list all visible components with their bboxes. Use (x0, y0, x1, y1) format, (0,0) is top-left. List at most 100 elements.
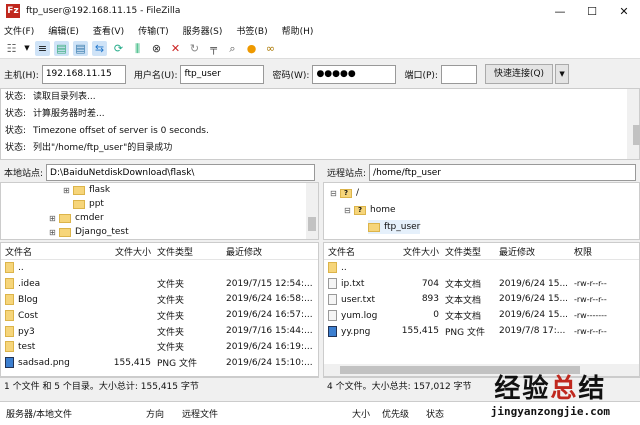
folder-icon (73, 185, 85, 195)
col-filetype[interactable]: 文件类型 (151, 245, 226, 258)
folder-icon (328, 262, 337, 274)
queue-col-priority[interactable]: 优先级 (382, 407, 426, 420)
col-filetype[interactable]: 文件类型 (439, 245, 499, 258)
compare-icon[interactable]: ⌕ (225, 41, 240, 56)
file-modified: 2019/6/24 15... (499, 278, 569, 289)
col-modified[interactable]: 最近修改 (226, 245, 316, 258)
maximize-button[interactable]: ☐ (576, 5, 608, 18)
remote-file-list: 文件名 文件大小 文件类型 最近修改 权限 .. ip.txt 704 文本文档 201… (323, 242, 640, 377)
file-row[interactable]: .. (1, 260, 318, 276)
menu-edit[interactable]: 编辑(E) (48, 24, 79, 37)
file-row[interactable]: .. (324, 260, 639, 276)
queue-col-size[interactable]: 大小 (352, 407, 382, 420)
tree-node-selected[interactable]: ftp_user (368, 220, 421, 234)
sync-browse-icon[interactable]: ● (244, 41, 259, 56)
file-name: .idea (18, 279, 41, 290)
tree-node[interactable]: ⊞ flask (63, 183, 110, 197)
queue-col-local[interactable]: 服务器/本地文件 (0, 407, 146, 420)
menu-help[interactable]: 帮助(H) (282, 24, 314, 37)
cancel-icon[interactable]: ⊗ (149, 41, 164, 56)
toggle-log-icon[interactable]: ≡ (35, 41, 50, 56)
toggle-queue-icon[interactable]: ⇆ (92, 41, 107, 56)
remote-list-header: 文件名 文件大小 文件类型 最近修改 权限 (324, 243, 639, 260)
remote-tree: ⊟? / ⊟? home ftp_user (323, 182, 640, 240)
local-pane: 本地站点: ⊞flask ppt ⊞cmder ⊞Django_test 文件名… (0, 163, 319, 395)
local-status: 1 个文件 和 5 个目录。大小总计: 155,415 字节 (0, 377, 319, 395)
password-label: 密码(W): (272, 70, 310, 81)
user-input[interactable] (180, 64, 265, 84)
site-manager-icon[interactable]: ☷ (4, 41, 19, 56)
toggle-remote-tree-icon[interactable]: ▤ (73, 41, 88, 56)
file-name: test (18, 342, 36, 353)
remote-path-input[interactable] (369, 164, 636, 181)
local-list-header: 文件名 文件大小 文件类型 最近修改 (1, 243, 318, 260)
file-row[interactable]: Blog 文件夹 2019/6/24 16:58:... (1, 292, 318, 308)
queue-col-direction[interactable]: 方向 (146, 407, 182, 420)
col-filename[interactable]: 文件名 (1, 245, 101, 258)
menu-transfer[interactable]: 传输(T) (138, 24, 169, 37)
search-icon[interactable]: ∞ (263, 41, 278, 56)
menu-bookmarks[interactable]: 书签(B) (236, 24, 267, 37)
file-row[interactable]: yum.log 0 文本文档 2019/6/24 15... -rw------- (324, 307, 639, 323)
tree-node[interactable]: ⊟? / (330, 186, 359, 200)
file-row[interactable]: py3 文件夹 2019/7/16 15:44:... (1, 323, 318, 339)
col-filesize[interactable]: 文件大小 (394, 245, 439, 258)
local-file-list: 文件名 文件大小 文件类型 最近修改 .. .idea 文件夹 2019/7/15 1… (0, 242, 319, 377)
folder-icon (5, 293, 14, 305)
file-name: yy.png (341, 326, 371, 337)
queue-col-remote[interactable]: 远程文件 (182, 407, 352, 420)
tree-node[interactable]: ⊟? home (344, 203, 396, 217)
file-type: 文件夹 (157, 295, 185, 306)
filter-icon[interactable]: ⫼ (130, 41, 145, 56)
col-modified[interactable]: 最近修改 (499, 245, 574, 258)
tree-node[interactable]: ⊞ Django_test (49, 225, 129, 239)
file-row[interactable]: sadsad.png 155,415 PNG 文件 2019/6/24 15:10:.… (1, 355, 318, 371)
log-scrollbar[interactable] (627, 89, 640, 159)
file-type: PNG 文件 (445, 327, 485, 338)
file-row[interactable]: Cost 文件夹 2019/6/24 16:57:... (1, 307, 318, 323)
col-filesize[interactable]: 文件大小 (101, 245, 151, 258)
disconnect-icon[interactable]: ✕ (168, 41, 183, 56)
tree-node[interactable]: ⊞ cmder (49, 211, 104, 225)
menu-server[interactable]: 服务器(S) (183, 24, 223, 37)
text-file-icon (328, 309, 337, 321)
quickconnect-dropdown-icon[interactable]: ▼ (555, 64, 570, 84)
site-manager-dropdown-icon[interactable]: ▼ (23, 41, 31, 56)
file-type: 文件夹 (157, 280, 185, 291)
file-permissions: -rw-r--r-- (574, 279, 607, 289)
directory-filter-icon[interactable]: ╤ (206, 41, 221, 56)
tree-node[interactable]: ppt (73, 197, 104, 211)
message-log: 状态: 读取目录列表... 状态: 计算服务器时差... 状态: Timezone o… (0, 88, 640, 160)
file-name: Cost (18, 310, 39, 321)
file-row[interactable]: yy.png 155,415 PNG 文件 2019/7/8 17:... -rw-r-… (324, 323, 639, 339)
file-row[interactable]: user.txt 893 文本文档 2019/6/24 15... -rw-r--r-- (324, 292, 639, 308)
toggle-local-tree-icon[interactable]: ▤ (54, 41, 69, 56)
menu-file[interactable]: 文件(F) (4, 24, 34, 37)
minimize-button[interactable]: — (544, 5, 576, 18)
password-input[interactable] (312, 64, 397, 84)
log-line: 状态: Timezone offset of server is 0 second… (5, 126, 209, 136)
menu-view[interactable]: 查看(V) (93, 24, 124, 37)
host-input[interactable] (41, 64, 126, 84)
close-button[interactable]: ✕ (608, 5, 640, 18)
col-filename[interactable]: 文件名 (324, 245, 394, 258)
file-type: 文件夹 (157, 311, 185, 322)
local-tree-scrollbar[interactable] (306, 183, 318, 239)
file-row[interactable]: ip.txt 704 文本文档 2019/6/24 15... -rw-r--r-- (324, 276, 639, 292)
local-path-input[interactable] (46, 164, 315, 181)
file-row[interactable]: .idea 文件夹 2019/7/15 12:54:... (1, 276, 318, 292)
file-modified: 2019/7/8 17:... (499, 326, 566, 337)
refresh-icon[interactable]: ⟳ (111, 41, 126, 56)
image-file-icon (5, 357, 14, 369)
image-file-icon (328, 325, 337, 337)
remote-pane: 远程站点: ⊟?/ ⊟?home ftp_user 文件名 文件大小 文件类型 … (323, 163, 640, 395)
file-name: .. (18, 263, 24, 274)
reconnect-icon[interactable]: ↻ (187, 41, 202, 56)
file-row[interactable]: test 文件夹 2019/6/24 16:19:... (1, 339, 318, 355)
queue-col-status[interactable]: 状态 (426, 407, 444, 420)
col-permissions[interactable]: 权限 (574, 245, 634, 258)
port-input[interactable] (440, 64, 477, 84)
quickconnect-button[interactable]: 快速连接(Q) (484, 64, 554, 84)
folder-icon (5, 325, 14, 337)
file-modified: 2019/6/24 15... (499, 294, 569, 305)
